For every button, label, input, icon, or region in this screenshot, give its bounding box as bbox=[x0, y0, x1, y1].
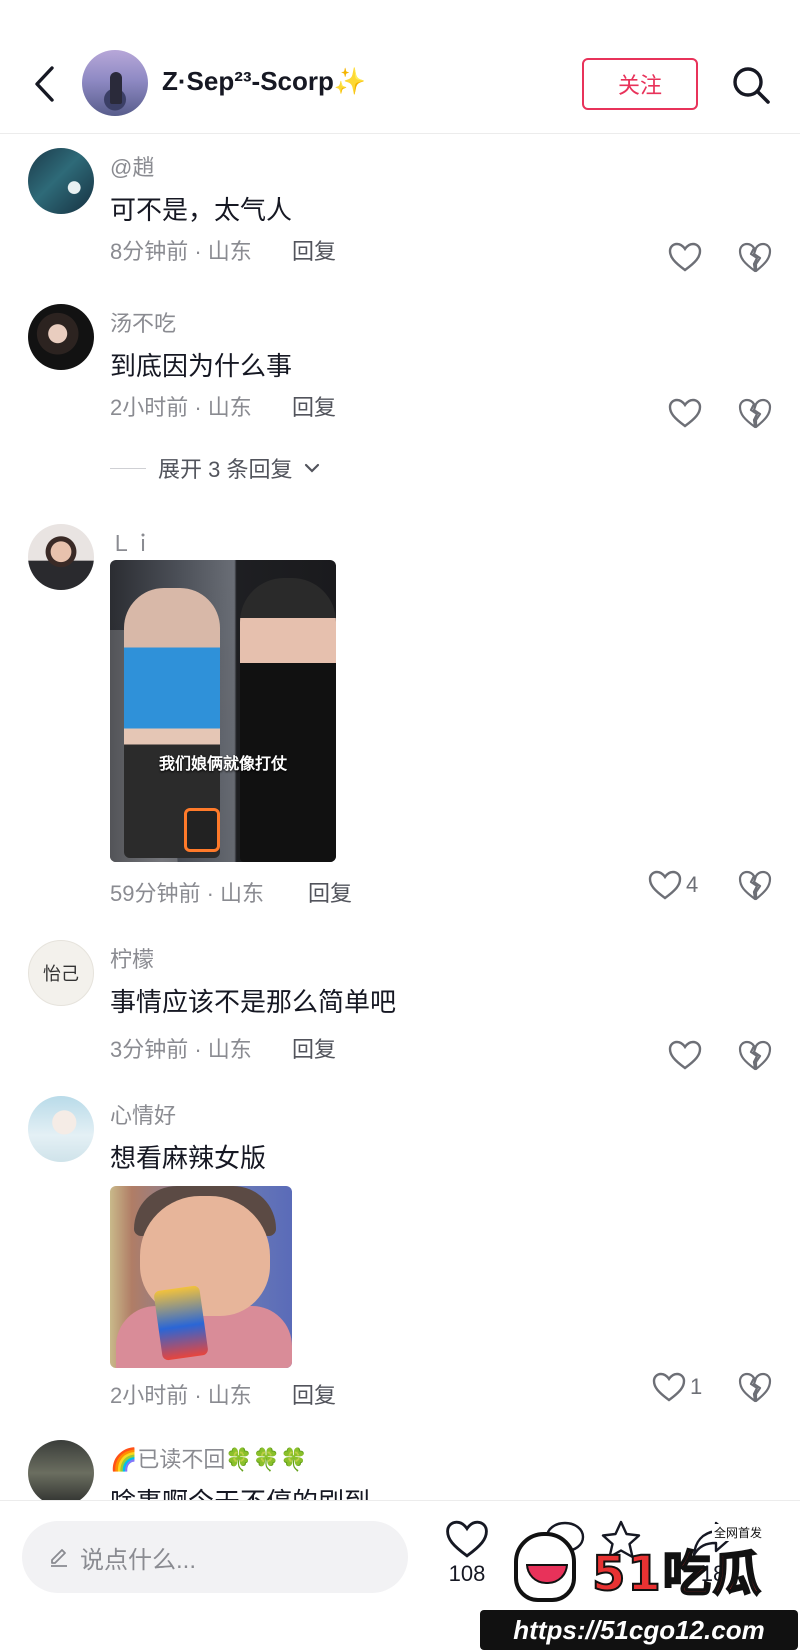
reply-button[interactable]: 回复 bbox=[292, 1378, 336, 1410]
commenter-name[interactable]: 心情好 bbox=[110, 1098, 176, 1130]
like-button[interactable]: 4 bbox=[648, 870, 698, 900]
comment-image[interactable]: 我们娘俩就像打仗 bbox=[110, 560, 336, 862]
comment-meta: 59分钟前 · 山东 bbox=[110, 881, 265, 906]
heart-icon bbox=[668, 1040, 702, 1070]
broken-heart-icon[interactable] bbox=[738, 240, 772, 274]
heart-icon bbox=[446, 1520, 488, 1558]
like-count: 4 bbox=[686, 872, 699, 897]
broken-heart-icon[interactable] bbox=[738, 868, 772, 902]
commenter-avatar[interactable] bbox=[28, 1096, 94, 1162]
commenter-name[interactable]: 汤不吃 bbox=[110, 306, 176, 338]
divider-line bbox=[110, 467, 146, 469]
commenter-name[interactable]: Ｌｉ bbox=[110, 526, 154, 558]
search-icon bbox=[733, 67, 770, 104]
comment-meta: 2小时前 · 山东 bbox=[110, 1383, 252, 1408]
reply-button[interactable]: 回复 bbox=[292, 234, 336, 266]
commenter-avatar[interactable] bbox=[28, 148, 94, 214]
comment-text: 事情应该不是那么简单吧 bbox=[110, 987, 397, 1017]
heart-icon bbox=[652, 1372, 686, 1402]
like-button[interactable] bbox=[668, 398, 702, 428]
watermark: 51吃瓜 全网首发 https://51cgo12.com bbox=[480, 1518, 800, 1652]
top-bar: Z·Sep²³-Scorp✨ 关注 bbox=[0, 0, 800, 134]
commenter-avatar[interactable] bbox=[28, 1440, 94, 1506]
avatar-text: 怡己 bbox=[43, 964, 79, 985]
comment-text: 到底因为什么事 bbox=[110, 351, 293, 381]
broken-heart-icon[interactable] bbox=[738, 1038, 772, 1072]
broken-heart-icon[interactable] bbox=[738, 1370, 772, 1404]
heart-icon bbox=[668, 398, 702, 428]
expand-replies-label: 展开 3 条回复 bbox=[158, 457, 293, 482]
commenter-name[interactable]: 柠檬 bbox=[110, 942, 154, 974]
pencil-icon bbox=[51, 1549, 67, 1567]
comment-meta: 8分钟前 · 山东 bbox=[110, 239, 252, 264]
follow-button[interactable]: 关注 bbox=[582, 58, 698, 110]
comment-text: 想看麻辣女版 bbox=[110, 1143, 267, 1173]
comment-text: 可不是，太气人 bbox=[110, 195, 293, 225]
author-name[interactable]: Z·Sep²³-Scorp✨ bbox=[162, 66, 366, 97]
watermark-tag: 全网首发 bbox=[712, 1524, 765, 1541]
commenter-avatar[interactable]: 怡己 bbox=[28, 940, 94, 1006]
comment-meta: 2小时前 · 山东 bbox=[110, 395, 252, 420]
expand-replies-button[interactable]: 展开 3 条回复 bbox=[110, 452, 320, 484]
search-button[interactable] bbox=[728, 62, 774, 108]
reply-button[interactable]: 回复 bbox=[292, 390, 336, 422]
heart-icon bbox=[668, 242, 702, 272]
commenter-name[interactable]: 🌈已读不回🍀🍀🍀 bbox=[110, 1442, 308, 1474]
chevron-down-icon bbox=[305, 463, 320, 473]
comment-image[interactable] bbox=[110, 1186, 292, 1368]
chevron-left-icon bbox=[35, 66, 54, 102]
comment-input[interactable]: 说点什么... bbox=[22, 1521, 408, 1593]
commenter-name[interactable]: @趙 bbox=[110, 150, 154, 182]
watermark-mascot bbox=[514, 1532, 576, 1602]
like-action[interactable]: 108 bbox=[432, 1519, 502, 1587]
image-caption: 我们娘俩就像打仗 bbox=[158, 756, 287, 773]
heart-icon bbox=[648, 870, 682, 900]
broken-heart-icon[interactable] bbox=[738, 396, 772, 430]
reply-button[interactable]: 回复 bbox=[292, 1032, 336, 1064]
like-total: 108 bbox=[448, 1561, 486, 1586]
like-button[interactable] bbox=[668, 242, 702, 272]
commenter-avatar[interactable] bbox=[28, 524, 94, 590]
watermark-brand: 51吃瓜 bbox=[591, 1545, 763, 1603]
like-count: 1 bbox=[690, 1374, 703, 1399]
commenter-avatar[interactable] bbox=[28, 304, 94, 370]
author-avatar[interactable] bbox=[82, 50, 148, 116]
like-button[interactable]: 1 bbox=[652, 1372, 702, 1402]
watermark-url: https://51cgo12.com bbox=[480, 1610, 798, 1650]
comment-meta: 3分钟前 · 山东 bbox=[110, 1037, 252, 1062]
back-button[interactable] bbox=[26, 62, 62, 106]
like-button[interactable] bbox=[668, 1040, 702, 1070]
comment-input-placeholder: 说点什么... bbox=[80, 1546, 197, 1574]
reply-button[interactable]: 回复 bbox=[308, 876, 352, 908]
